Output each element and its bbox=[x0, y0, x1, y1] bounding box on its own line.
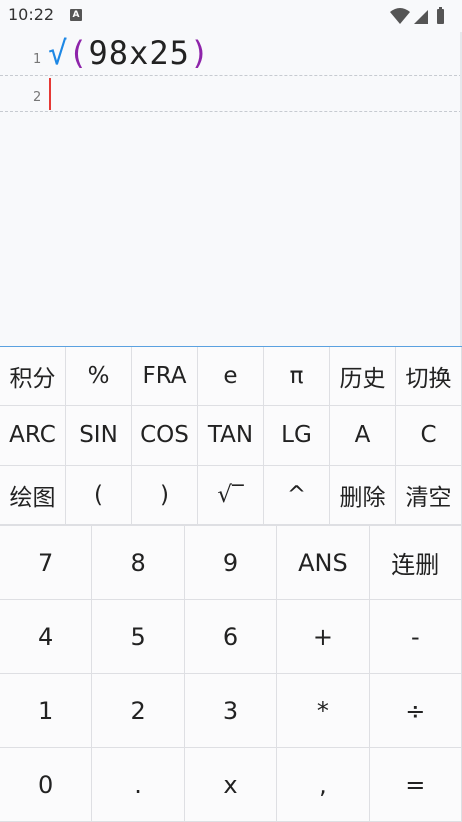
decimal-point-key[interactable]: . bbox=[92, 748, 185, 822]
digit-8-key[interactable]: 8 bbox=[92, 526, 185, 600]
line-number: 1 bbox=[33, 52, 42, 67]
history-key[interactable]: 历史 bbox=[330, 347, 396, 407]
integral-key[interactable]: 积分 bbox=[0, 347, 66, 407]
arc-key[interactable]: ARC bbox=[0, 406, 66, 466]
clear-key[interactable]: 清空 bbox=[396, 465, 462, 525]
digit-2-key[interactable]: 2 bbox=[92, 674, 185, 748]
expression-body: 98x25 bbox=[88, 34, 190, 72]
numeric-keypad: 7 8 9 ANS 连删 4 5 6 + - 1 2 3 * ÷ 0 . x ,… bbox=[0, 525, 462, 822]
digit-9-key[interactable]: 9 bbox=[184, 526, 278, 600]
wifi-icon bbox=[390, 8, 410, 24]
battery-icon bbox=[437, 7, 444, 24]
digit-7-key[interactable]: 7 bbox=[0, 526, 93, 600]
expression-editor[interactable]: 1 √(98x25) 2 bbox=[0, 32, 462, 346]
status-time: 10:22 bbox=[8, 5, 55, 24]
editor-line-2[interactable]: 2 bbox=[0, 76, 462, 112]
sqrt-key[interactable]: √‾ bbox=[198, 465, 264, 525]
equals-key[interactable]: = bbox=[369, 748, 462, 822]
ans-key[interactable]: ANS bbox=[277, 526, 370, 600]
status-bar: 10:22 A bbox=[0, 0, 462, 32]
signal-icon bbox=[414, 10, 428, 24]
fraction-key[interactable]: FRA bbox=[132, 347, 198, 407]
digit-6-key[interactable]: 6 bbox=[184, 600, 278, 674]
notification-icon: A bbox=[70, 9, 82, 21]
cos-key[interactable]: COS bbox=[132, 406, 198, 466]
comma-key[interactable]: , bbox=[277, 748, 370, 822]
a-key[interactable]: A bbox=[330, 406, 396, 466]
close-paren-key[interactable]: ) bbox=[132, 465, 198, 525]
tan-key[interactable]: TAN bbox=[198, 406, 264, 466]
digit-0-key[interactable]: 0 bbox=[0, 748, 93, 822]
divide-key[interactable]: ÷ bbox=[369, 674, 462, 748]
minus-key[interactable]: - bbox=[369, 600, 462, 674]
line-number: 2 bbox=[33, 90, 42, 105]
plus-key[interactable]: + bbox=[277, 600, 370, 674]
function-keypad: 积分 % FRA e π 历史 切换 ARC SIN COS TAN LG A … bbox=[0, 347, 462, 525]
delete-key[interactable]: 删除 bbox=[330, 465, 396, 525]
e-key[interactable]: e bbox=[198, 347, 264, 407]
editor-line-1[interactable]: 1 √(98x25) bbox=[0, 32, 462, 76]
digit-1-key[interactable]: 1 bbox=[0, 674, 93, 748]
status-icons bbox=[390, 7, 444, 24]
multiply-key[interactable]: * bbox=[277, 674, 370, 748]
close-paren: ) bbox=[189, 34, 211, 72]
open-paren: ( bbox=[68, 34, 89, 72]
sin-key[interactable]: SIN bbox=[66, 406, 132, 466]
switch-key[interactable]: 切换 bbox=[396, 347, 462, 407]
x-variable-key[interactable]: x bbox=[184, 748, 278, 822]
lg-key[interactable]: LG bbox=[264, 406, 330, 466]
text-cursor bbox=[49, 78, 51, 110]
sqrt-symbol: √ bbox=[48, 34, 69, 72]
c-key[interactable]: C bbox=[396, 406, 462, 466]
continuous-delete-key[interactable]: 连删 bbox=[369, 526, 462, 600]
plot-key[interactable]: 绘图 bbox=[0, 465, 66, 525]
digit-3-key[interactable]: 3 bbox=[184, 674, 278, 748]
open-paren-key[interactable]: ( bbox=[66, 465, 132, 525]
expression-text[interactable]: √(98x25) bbox=[48, 34, 210, 72]
power-key[interactable]: ^ bbox=[264, 465, 330, 525]
percent-key[interactable]: % bbox=[66, 347, 132, 407]
digit-5-key[interactable]: 5 bbox=[92, 600, 185, 674]
pi-key[interactable]: π bbox=[264, 347, 330, 407]
digit-4-key[interactable]: 4 bbox=[0, 600, 93, 674]
